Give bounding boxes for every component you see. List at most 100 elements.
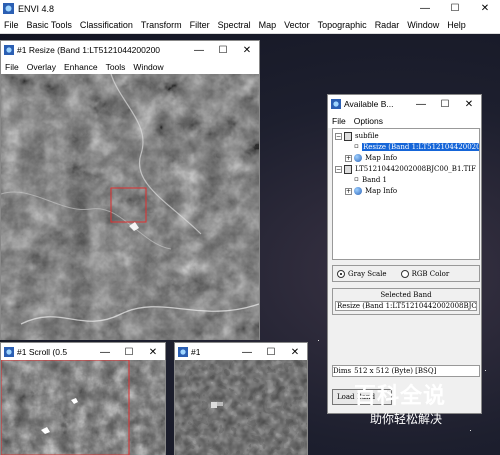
menu-basic-tools[interactable]: Basic Tools — [23, 20, 76, 30]
collapse-toggle[interactable]: − — [335, 132, 342, 140]
expand-toggle[interactable]: + — [345, 187, 352, 195]
close-button[interactable]: ✕ — [141, 343, 165, 361]
radio-selected-icon — [337, 269, 345, 278]
bands-tree: − subfile ▫ Resize (Band 1:LT51210442002… — [332, 128, 480, 260]
available-bands-window: Available B... — ☐ ✕ File Options − subf… — [327, 94, 482, 414]
maximize-button[interactable]: ☐ — [433, 95, 457, 113]
scroll-window-controls: — ☐ ✕ — [93, 343, 165, 361]
maximize-button[interactable]: ☐ — [117, 343, 141, 361]
minimize-button[interactable]: — — [187, 41, 211, 59]
tree-mapinfo-2[interactable]: + Map Info — [345, 186, 397, 196]
tree-file-tif[interactable]: − LT51210442002008BJC00_B1.TIF — [335, 164, 476, 174]
zoom-image — [175, 360, 307, 455]
menu-spectral[interactable]: Spectral — [214, 20, 255, 30]
image-menu-enhance[interactable]: Enhance — [60, 62, 102, 72]
band-leaf-icon: ▫ — [353, 174, 360, 184]
zoom-image-display[interactable] — [175, 360, 307, 455]
tree-mapinfo-label: Map Info — [365, 154, 398, 162]
menu-window[interactable]: Window — [403, 20, 443, 30]
image-menu-file[interactable]: File — [1, 62, 23, 72]
menu-vector[interactable]: Vector — [280, 20, 314, 30]
image-window-controls: — ☐ ✕ — [187, 41, 259, 59]
selected-band-group: Selected Band Resize (Band 1:LT512104420… — [332, 288, 480, 315]
selected-band-heading: Selected Band — [380, 291, 432, 299]
menu-radar[interactable]: Radar — [371, 20, 404, 30]
available-bands-controls: — ☐ ✕ — [409, 95, 481, 113]
image-menu-tools[interactable]: Tools — [102, 62, 130, 72]
maximize-button[interactable]: ☐ — [440, 0, 470, 17]
close-button[interactable]: ✕ — [283, 343, 307, 361]
watermark-logo: 百科全说 — [354, 384, 447, 409]
dims-value: 512 x 512 (Byte) [BSQ] — [354, 367, 437, 375]
close-button[interactable]: ✕ — [470, 0, 500, 17]
available-bands-menubar: File Options — [328, 113, 481, 128]
minimize-button[interactable]: — — [235, 343, 259, 361]
tree-file-subfile[interactable]: − subfile — [335, 131, 379, 141]
satellite-image-display[interactable] — [1, 74, 259, 340]
tree-band-1[interactable]: ▫ Band 1 — [353, 175, 387, 185]
menu-classification[interactable]: Classification — [76, 20, 137, 30]
menu-map[interactable]: Map — [255, 20, 281, 30]
dims-field: Dims 512 x 512 (Byte) [BSQ] — [332, 365, 480, 377]
maximize-button[interactable]: ☐ — [259, 343, 283, 361]
zoom-window-title: #1 — [191, 347, 201, 357]
globe-icon — [354, 187, 362, 195]
maximize-button[interactable]: ☐ — [211, 41, 235, 59]
envi-app-icon — [3, 3, 14, 14]
tree-mapinfo-label: Map Info — [365, 187, 398, 195]
rgb-color-label: RGB Color — [411, 269, 450, 278]
tree-band-selected[interactable]: ▫ Resize (Band 1:LT51210442002008BJC00_B… — [353, 141, 479, 152]
file-icon — [344, 131, 352, 141]
scroll-window-titlebar: #1 Scroll (0.5 — ☐ ✕ — [1, 343, 165, 361]
display-mode-group: Gray Scale RGB Color — [332, 265, 480, 282]
selected-band-field: Resize (Band 1:LT51210442002008BJC00_B1.… — [335, 301, 477, 311]
star — [470, 430, 471, 431]
envi-app-icon — [4, 45, 14, 55]
tree-mapinfo-1[interactable]: + Map Info — [345, 153, 397, 163]
menu-file[interactable]: File — [0, 20, 23, 30]
scroll-image-display[interactable] — [1, 360, 165, 455]
tree-file-label: subfile — [355, 132, 379, 140]
app-title: ENVI 4.8 — [18, 3, 55, 14]
image-menu-window[interactable]: Window — [129, 62, 167, 72]
file-icon — [344, 164, 352, 174]
watermark-subtitle: 助你轻松解决 — [370, 412, 443, 426]
available-bands-titlebar: Available B... — ☐ ✕ — [328, 95, 481, 113]
minimize-button[interactable]: — — [409, 95, 433, 113]
band-leaf-icon: ▫ — [353, 141, 360, 151]
image-window-menubar: File Overlay Enhance Tools Window — [1, 59, 259, 74]
envi-app-icon — [4, 347, 14, 357]
image-menu-overlay[interactable]: Overlay — [23, 62, 60, 72]
collapse-toggle[interactable]: − — [335, 165, 342, 173]
star — [485, 370, 486, 371]
bands-menu-file[interactable]: File — [328, 116, 350, 126]
zoom-window-titlebar: #1 — ☐ ✕ — [175, 343, 307, 361]
menu-transform[interactable]: Transform — [137, 20, 186, 30]
tree-file-label: LT51210442002008BJC00_B1.TIF — [355, 165, 476, 173]
image-window-title: #1 Resize (Band 1:LT5121044200200 — [17, 45, 161, 55]
tree-band-label: Resize (Band 1:LT51210442002008BJC00_B1.… — [362, 143, 479, 151]
minimize-button[interactable]: — — [93, 343, 117, 361]
star — [318, 340, 319, 341]
bands-menu-options[interactable]: Options — [350, 116, 387, 126]
close-button[interactable]: ✕ — [235, 41, 259, 59]
watermark: 百科全说 助你轻松解决 — [350, 378, 468, 430]
menu-help[interactable]: Help — [443, 20, 470, 30]
menu-topographic[interactable]: Topographic — [314, 20, 371, 30]
close-button[interactable]: ✕ — [457, 95, 481, 113]
envi-app-icon — [331, 99, 341, 109]
available-bands-title: Available B... — [344, 99, 394, 109]
dims-label: Dims — [333, 367, 352, 375]
radio-unselected-icon — [400, 269, 409, 278]
rgb-color-radio[interactable]: RGB Color — [400, 269, 450, 278]
scroll-window-title: #1 Scroll (0.5 — [17, 347, 68, 357]
tree-band-label: Band 1 — [362, 176, 387, 184]
satellite-image — [1, 74, 259, 340]
expand-toggle[interactable]: + — [345, 154, 352, 162]
zoom-window-controls: — ☐ ✕ — [235, 343, 307, 361]
gray-scale-radio[interactable]: Gray Scale — [337, 269, 387, 278]
app-menubar: File Basic Tools Classification Transfor… — [0, 17, 500, 34]
minimize-button[interactable]: — — [410, 0, 440, 17]
menu-filter[interactable]: Filter — [186, 20, 214, 30]
envi-app-icon — [178, 347, 188, 357]
